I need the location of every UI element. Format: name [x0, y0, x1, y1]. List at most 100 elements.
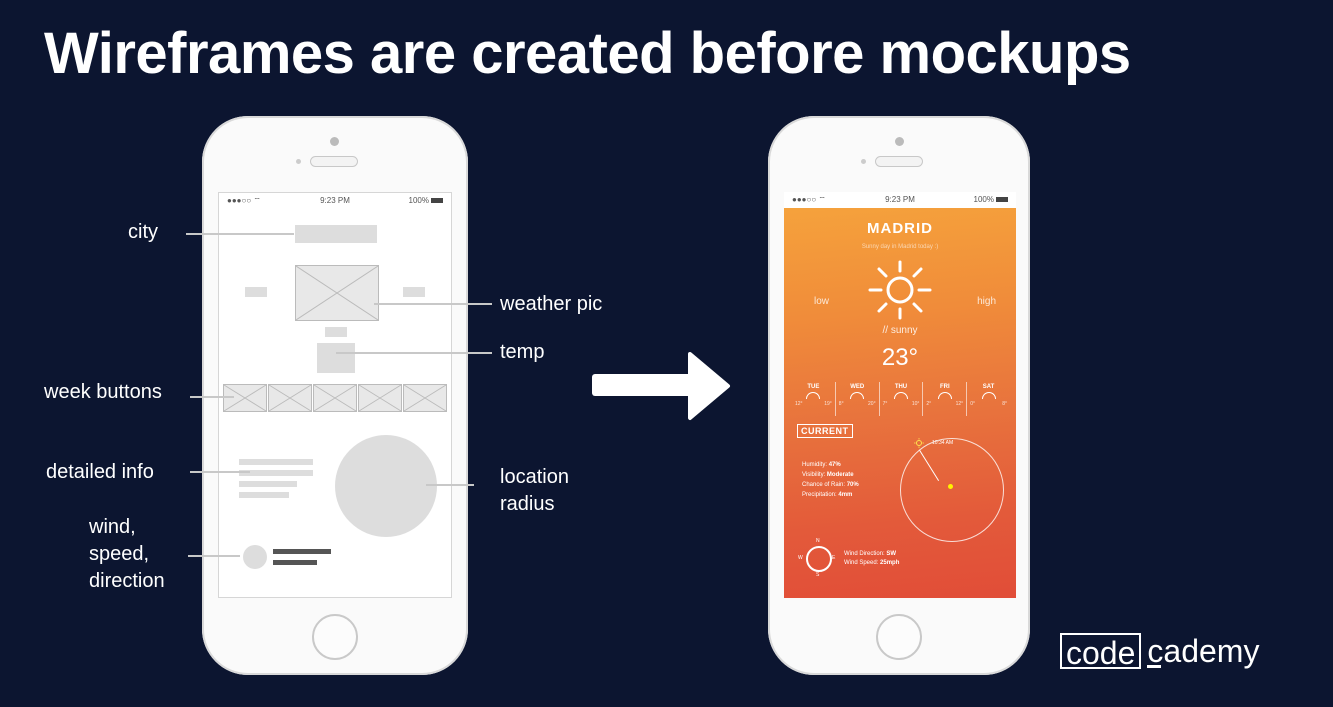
cloud-icon — [806, 392, 821, 399]
label-line: wind, — [89, 516, 136, 538]
connector-line — [190, 471, 250, 473]
connector-line — [186, 233, 294, 235]
day-name: SAT — [982, 384, 995, 390]
logo-cademy: cademy — [1147, 633, 1259, 670]
stat-row: Visibility: Moderate — [802, 470, 859, 480]
mockup-screen: ●●●○○ ⌔ 9:23 PM 100% MADRID Sunny day in… — [784, 192, 1016, 598]
wireframe-screen: ●●●○○ ⌔ 9:23 PM 100% — [218, 192, 452, 598]
location-radius-dial[interactable] — [900, 438, 1004, 542]
condition-placeholder — [325, 327, 347, 337]
location-dot — [948, 484, 953, 489]
day-high: 20° — [868, 401, 876, 407]
day-high: 12° — [955, 401, 964, 407]
high-placeholder — [403, 287, 425, 297]
week-button — [268, 384, 312, 412]
wind-line — [273, 549, 331, 554]
logo-code: code — [1060, 633, 1142, 671]
stat-row: Precipitation: 4mm — [802, 490, 859, 500]
compass-icon — [806, 546, 832, 572]
day-button[interactable]: FRI 2° 12° — [922, 382, 966, 416]
city-subtitle: Sunny day in Madrid today :) — [861, 244, 939, 250]
compass-east: E — [832, 555, 836, 561]
small-sun-icon — [914, 438, 924, 448]
stat-label: Humidity: — [802, 462, 828, 468]
connector-line — [190, 396, 234, 398]
info-line — [239, 481, 297, 487]
battery-percent: 100% — [408, 196, 429, 205]
status-bar: ●●●○○ ⌔ 9:23 PM 100% — [219, 193, 451, 209]
home-button — [312, 614, 358, 660]
day-high: 19° — [824, 401, 832, 407]
speaker-grille — [310, 156, 358, 167]
day-high: 10° — [911, 401, 920, 407]
stat-label: Precipitation: — [802, 492, 837, 498]
wind-placeholder — [243, 545, 267, 569]
right-arrow-icon — [592, 352, 730, 420]
label-detailed-info: detailed info — [46, 461, 154, 483]
cloud-icon — [850, 392, 865, 399]
stat-row: Chance of Rain: 70% — [802, 480, 859, 490]
info-line — [239, 470, 313, 476]
condition-text: // sunny — [882, 325, 918, 336]
week-days: TUE 12° 19° WED 8° 20° THU 7° 10° FRI 2° 12°… — [792, 382, 1010, 416]
current-badge: CURRENT — [797, 424, 853, 438]
stat-label: Visibility: — [802, 472, 826, 478]
battery-icon — [431, 198, 443, 203]
weather-pic-placeholder — [295, 265, 379, 321]
label-line: direction — [89, 570, 165, 592]
cloud-icon — [893, 392, 908, 399]
day-low: 0° — [970, 401, 975, 407]
day-low: 7° — [882, 401, 888, 407]
label-line: radius — [500, 493, 555, 515]
wind-line — [273, 560, 317, 565]
stat-value: 70% — [846, 482, 859, 488]
label-city: city — [128, 221, 158, 243]
day-button[interactable]: WED 8° 20° — [834, 382, 879, 416]
day-button[interactable]: TUE 12° 19° — [792, 382, 835, 416]
sensor-icon — [861, 159, 866, 164]
stat-label: Chance of Rain: — [802, 482, 846, 488]
label-line: speed, — [89, 543, 150, 565]
wind-label: Wind Speed: — [844, 560, 879, 566]
compass-north: N — [816, 538, 820, 544]
week-button — [223, 384, 267, 412]
speaker-grille — [875, 156, 923, 167]
wind-value: SW — [886, 551, 897, 557]
cloud-icon — [937, 392, 952, 399]
day-low: 2° — [926, 401, 932, 407]
day-name: TUE — [807, 384, 820, 390]
week-button — [358, 384, 402, 412]
wind-row: Wind Speed: 25mph — [844, 559, 899, 568]
temp-placeholder — [317, 343, 355, 373]
detailed-stats: Humidity: 47% Visibility: Moderate Chanc… — [802, 460, 859, 500]
wind-row: Wind Direction: SW — [844, 550, 899, 559]
day-low: 12° — [795, 401, 803, 407]
camera-icon — [895, 137, 904, 146]
connector-line — [374, 303, 492, 305]
day-low: 8° — [838, 401, 844, 407]
info-line — [239, 459, 313, 465]
compass-west: W — [798, 555, 803, 561]
logo-cademy-text: cademy — [1147, 632, 1260, 669]
logo-underscore — [1147, 664, 1162, 668]
sensor-icon — [296, 159, 301, 164]
battery-icon — [996, 197, 1008, 202]
clock-time: 10:34 AM — [932, 440, 954, 446]
sun-icon — [868, 260, 932, 320]
label-temp: temp — [500, 341, 545, 363]
label-location-radius: location radius — [500, 464, 569, 518]
home-button — [876, 614, 922, 660]
day-high: 8° — [1002, 401, 1007, 407]
stat-row: Humidity: 47% — [802, 460, 859, 470]
wind-value: 25mph — [880, 560, 900, 566]
day-button[interactable]: SAT 0° 8° — [966, 382, 1010, 416]
week-button — [403, 384, 447, 412]
connector-line — [336, 352, 492, 354]
low-placeholder — [245, 287, 267, 297]
location-radius-placeholder — [335, 435, 437, 537]
cloud-icon — [981, 392, 996, 399]
label-wind: wind, speed, direction — [89, 514, 165, 595]
connector-line — [426, 484, 474, 486]
day-button[interactable]: THU 7° 10° — [878, 382, 923, 416]
low-label: low — [814, 296, 830, 307]
